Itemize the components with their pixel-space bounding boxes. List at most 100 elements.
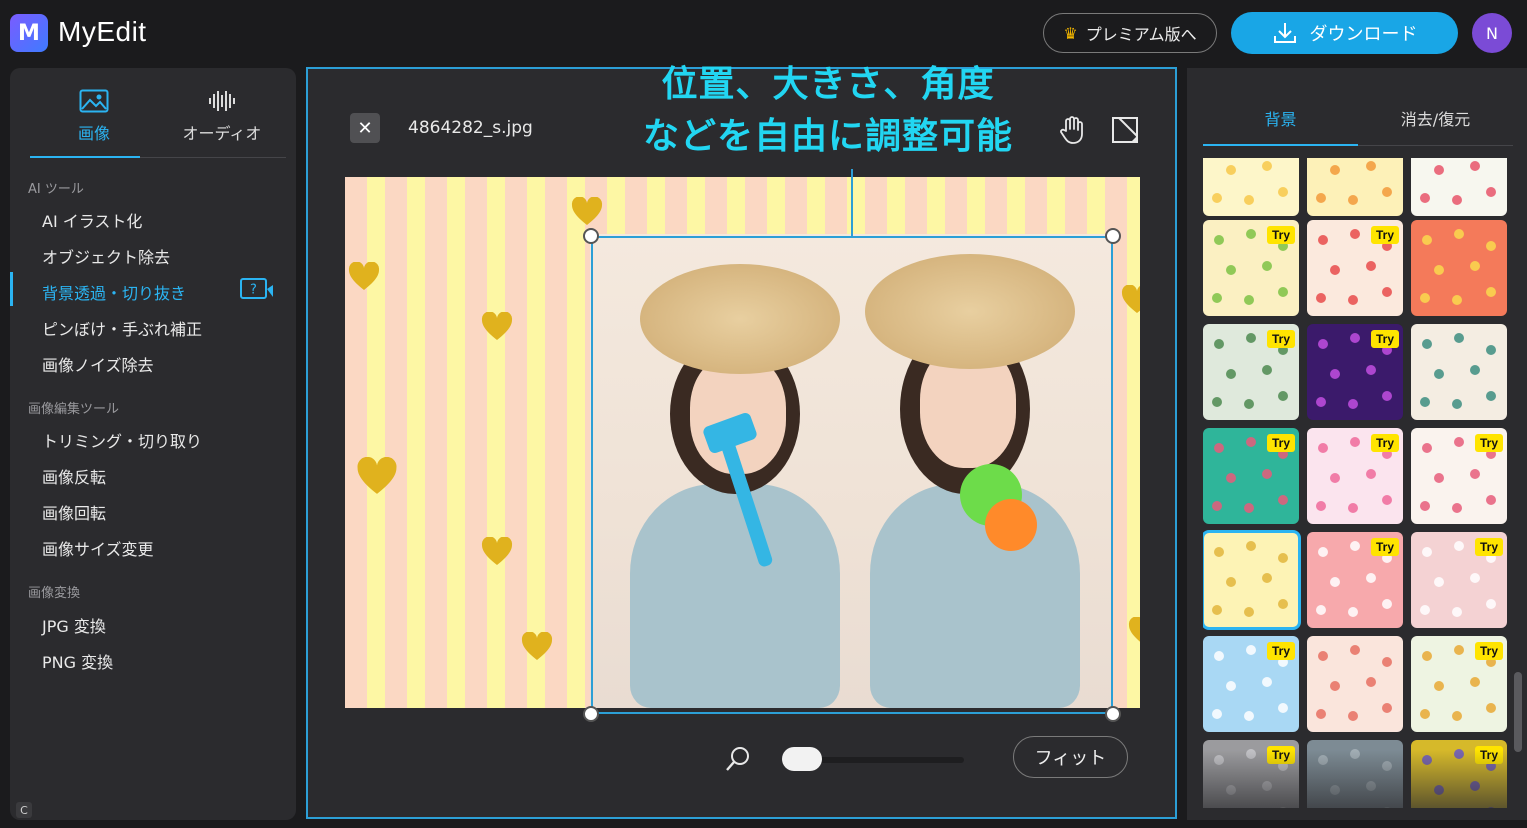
background-tile[interactable]: Try	[1203, 220, 1299, 316]
tile-pattern-dot	[1486, 187, 1496, 197]
tab-image[interactable]: 画像	[30, 86, 158, 158]
menu-item-flip[interactable]: 画像反転	[42, 464, 106, 488]
menu-item-object-removal[interactable]: オブジェクト除去	[42, 244, 170, 268]
user-avatar[interactable]: N	[1472, 13, 1512, 53]
child-hat-left	[640, 264, 840, 374]
tile-pattern-dot	[1348, 503, 1358, 513]
brand-name[interactable]: MyEdit	[58, 16, 147, 48]
editor-panel: ✕ 4864282_s.jpg 位置、大きさ、角度 などを自由に調整可能 フィッ…	[306, 64, 1177, 819]
tile-pattern-dot	[1350, 229, 1360, 239]
background-tile[interactable]: Try	[1203, 636, 1299, 732]
menu-item-deblur[interactable]: ピンぼけ・手ぶれ補正	[42, 316, 202, 340]
background-tile[interactable]	[1203, 158, 1299, 216]
background-tile[interactable]	[1411, 324, 1507, 420]
gold-heart-icon	[357, 457, 397, 494]
tile-pattern-dot	[1212, 397, 1222, 407]
tab-background[interactable]: 背景	[1203, 88, 1358, 146]
menu-item-resize[interactable]: 画像サイズ変更	[42, 536, 154, 560]
tile-pattern-dot	[1452, 195, 1462, 205]
menu-item-jpg-convert[interactable]: JPG 変換	[42, 613, 106, 637]
tile-pattern-dot	[1382, 599, 1392, 609]
background-tile[interactable]	[1203, 530, 1301, 630]
gold-heart-icon	[348, 262, 380, 290]
close-button[interactable]: ✕	[350, 113, 380, 143]
background-tile[interactable]: Try	[1411, 428, 1507, 524]
tile-pattern-dot	[1452, 295, 1462, 305]
orange-toy	[985, 499, 1037, 551]
try-badge: Try	[1370, 330, 1399, 348]
resize-handle-bottom-right[interactable]	[1105, 706, 1121, 722]
resize-handle-top-right[interactable]	[1105, 228, 1121, 244]
tile-pattern-dot	[1226, 577, 1236, 587]
annotation-line-2: などを自由に調整可能	[642, 116, 1013, 157]
tile-pattern-dot	[1214, 547, 1224, 557]
tile-pattern-dot	[1486, 345, 1496, 355]
video-help-icon[interactable]: ?	[240, 278, 274, 300]
tile-pattern-dot	[1318, 547, 1328, 557]
tile-pattern-dot	[1212, 605, 1222, 615]
tile-pattern-dot	[1420, 709, 1430, 719]
image-canvas[interactable]	[345, 177, 1140, 708]
tile-pattern-dot	[1452, 711, 1462, 721]
tile-pattern-dot	[1454, 645, 1464, 655]
myedit-logo[interactable]: M	[10, 14, 48, 52]
tile-pattern-dot	[1278, 287, 1288, 297]
try-badge: Try	[1474, 538, 1503, 556]
tile-pattern-dot	[1434, 473, 1444, 483]
tile-pattern-dot	[1350, 645, 1360, 655]
menu-item-png-convert[interactable]: PNG 変換	[42, 649, 113, 673]
tile-pattern-dot	[1486, 287, 1496, 297]
background-grid: TryTryTryTryTryTryTryTryTryTryTryTryTry	[1203, 158, 1509, 808]
menu-item-rotate[interactable]: 画像回転	[42, 500, 106, 524]
tile-pattern-dot	[1420, 605, 1430, 615]
background-tile[interactable]: Try	[1307, 220, 1403, 316]
resize-handle-bottom-left[interactable]	[583, 706, 599, 722]
background-tile[interactable]	[1411, 158, 1507, 216]
download-button[interactable]: ダウンロード	[1231, 12, 1458, 54]
tile-pattern-dot	[1486, 495, 1496, 505]
background-tile[interactable]: Try	[1203, 324, 1299, 420]
menu-item-crop[interactable]: トリミング・切り取り	[42, 428, 202, 452]
menu-item-denoise[interactable]: 画像ノイズ除去	[42, 352, 154, 376]
fit-button[interactable]: フィット	[1013, 736, 1128, 778]
resize-handle-top-left[interactable]	[583, 228, 599, 244]
background-tile[interactable]	[1307, 636, 1403, 732]
tile-pattern-dot	[1278, 391, 1288, 401]
child-dress-left	[630, 484, 840, 708]
cutout-photo[interactable]	[590, 234, 1112, 708]
zoom-slider-knob[interactable]	[782, 747, 822, 771]
background-tile[interactable]: Try	[1411, 636, 1507, 732]
tab-erase-restore[interactable]: 消去/復元	[1358, 88, 1513, 145]
background-tile[interactable]	[1307, 158, 1403, 216]
background-tile[interactable]	[1411, 220, 1507, 316]
tab-audio[interactable]: オーディオ	[158, 86, 286, 157]
try-badge: Try	[1266, 642, 1295, 660]
premium-button[interactable]: ♛ プレミアム版へ	[1043, 13, 1217, 53]
tile-pattern-dot	[1316, 293, 1326, 303]
compare-icon[interactable]	[1110, 115, 1140, 145]
background-tile[interactable]: Try	[1203, 428, 1299, 524]
tile-pattern-dot	[1486, 391, 1496, 401]
tile-pattern-dot	[1330, 265, 1340, 275]
tile-pattern-dot	[1470, 261, 1480, 271]
background-tile[interactable]: Try	[1307, 324, 1403, 420]
background-tile[interactable]: Try	[1307, 428, 1403, 524]
right-panel-scrollbar[interactable]	[1514, 672, 1522, 752]
tile-pattern-dot	[1278, 553, 1288, 563]
menu-item-ai-illustration[interactable]: AI イラスト化	[42, 208, 142, 232]
app-window: M MyEdit ♛ プレミアム版へ ダウンロード N 画像 オーディオ AI …	[0, 0, 1527, 828]
tile-pattern-dot	[1244, 711, 1254, 721]
try-badge: Try	[1370, 538, 1399, 556]
tile-pattern-dot	[1214, 443, 1224, 453]
background-tile[interactable]: Try	[1411, 532, 1507, 628]
background-tile[interactable]: Try	[1307, 532, 1403, 628]
tile-pattern-dot	[1470, 161, 1480, 171]
tile-pattern-dot	[1246, 333, 1256, 343]
tile-pattern-dot	[1366, 365, 1376, 375]
tile-pattern-dot	[1214, 339, 1224, 349]
menu-item-background-removal[interactable]: 背景透過・切り抜き	[42, 280, 186, 304]
tile-pattern-dot	[1366, 261, 1376, 271]
tile-pattern-dot	[1226, 165, 1236, 175]
gold-heart-icon	[481, 312, 513, 340]
tile-pattern-dot	[1382, 287, 1392, 297]
